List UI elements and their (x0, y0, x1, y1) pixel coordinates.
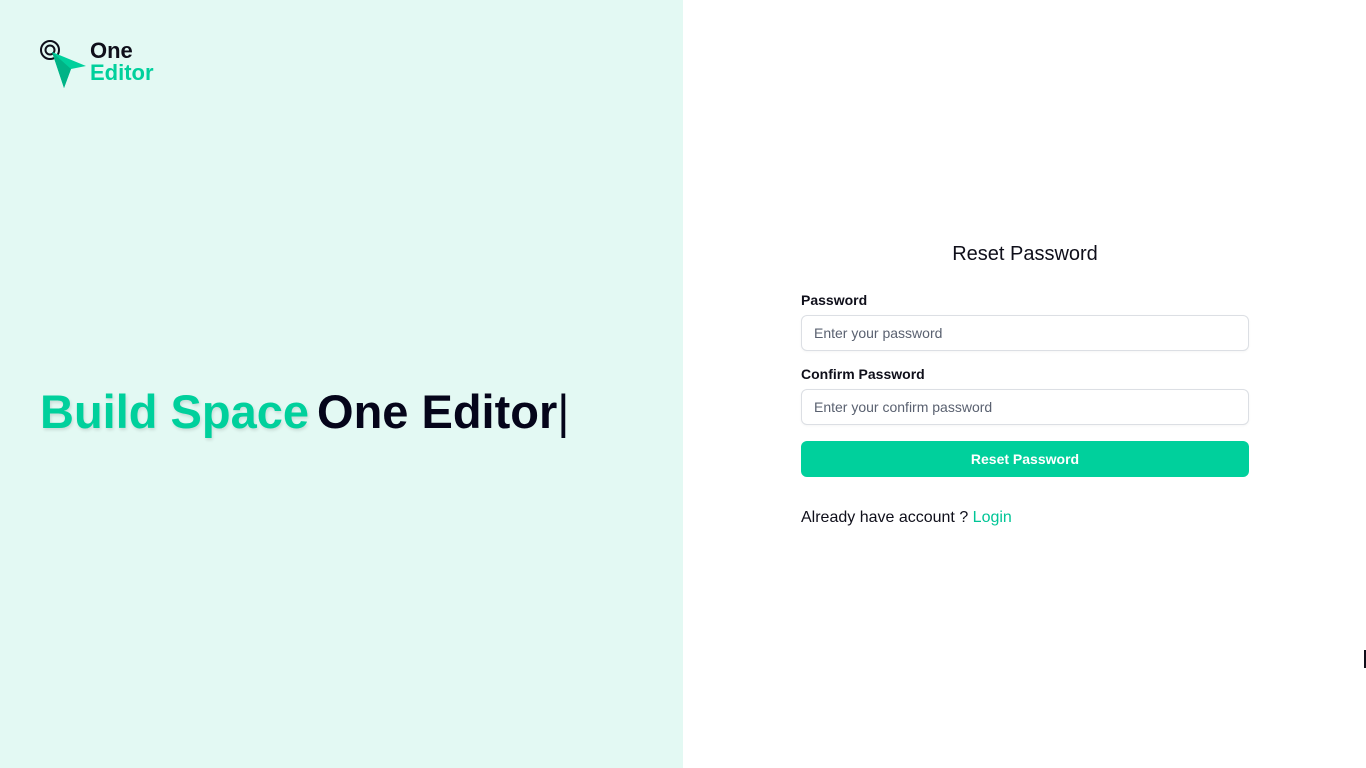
hero-dark-text: One Editor (317, 385, 558, 438)
brand-logo[interactable]: One Editor (38, 38, 178, 90)
logo-text-one: One (90, 38, 133, 63)
typing-cursor: | (557, 385, 570, 438)
login-row: Already have account ? Login (801, 509, 1249, 527)
login-prompt: Already have account ? (801, 509, 969, 526)
left-panel: One Editor Build Space One Editor| (0, 0, 683, 768)
password-input[interactable] (801, 315, 1249, 351)
right-panel: Reset Password Password Confirm Password… (683, 0, 1366, 768)
confirm-password-label: Confirm Password (801, 366, 925, 382)
login-link[interactable]: Login (973, 509, 1012, 526)
hero-heading: Build Space One Editor| (40, 384, 569, 440)
confirm-password-field-group: Confirm Password (801, 366, 1249, 425)
form-title: Reset Password (952, 243, 1098, 265)
password-field-group: Password (801, 292, 1249, 351)
logo-text-editor: Editor (90, 60, 154, 85)
password-label: Password (801, 292, 868, 308)
reset-password-button[interactable]: Reset Password (801, 441, 1249, 477)
confirm-password-input[interactable] (801, 389, 1249, 425)
cursor-pointer-icon (40, 40, 86, 88)
reset-password-form: Reset Password Password Confirm Password… (801, 240, 1249, 527)
hero-green-text: Build Space (40, 385, 310, 438)
